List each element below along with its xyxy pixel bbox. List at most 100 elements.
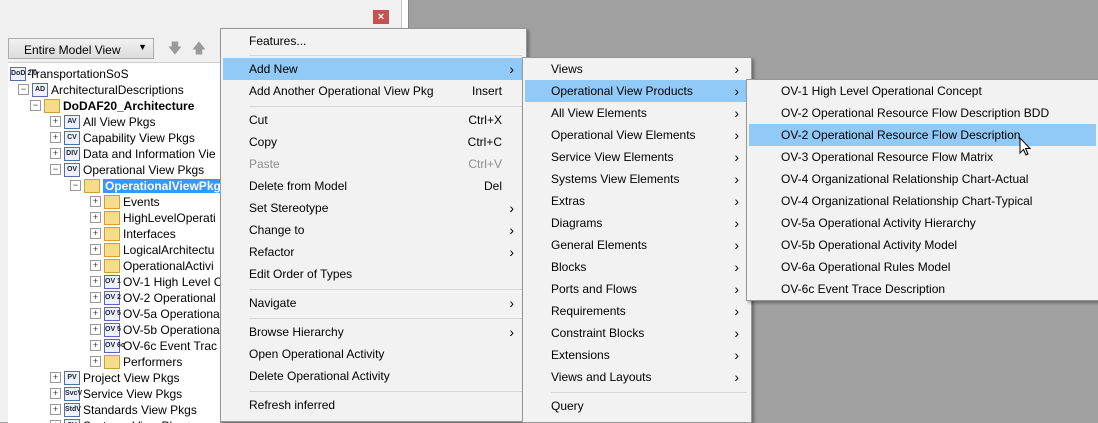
expand-icon[interactable]: + bbox=[50, 148, 61, 160]
tree-node-label: Operational View Pkgs bbox=[83, 162, 205, 177]
tree-node[interactable]: + OV 1 OV-1 High Level C bbox=[90, 273, 220, 289]
context-menu-item[interactable]: Navigate › bbox=[223, 292, 524, 314]
add-new-menu-item[interactable]: Requirements › bbox=[525, 300, 749, 322]
add-new-menu-item[interactable]: Extras › bbox=[525, 190, 749, 212]
context-menu-item[interactable]: Delete from Model Del bbox=[223, 175, 524, 197]
add-new-menu-item[interactable]: Diagrams › bbox=[525, 212, 749, 234]
tree-node[interactable]: + OV 5 OV-5b Operationa bbox=[90, 321, 220, 337]
tree-node[interactable]: + HighLevelOperati bbox=[90, 209, 216, 225]
expand-icon[interactable]: + bbox=[50, 388, 61, 400]
collapse-icon[interactable]: − bbox=[18, 84, 29, 96]
stereotype-icon: OV 6c bbox=[104, 338, 125, 353]
package-icon bbox=[104, 354, 120, 369]
tree-node[interactable]: + OV 6cOV-6c Event Trac bbox=[90, 337, 217, 353]
tree-node[interactable]: + OperationalActivi bbox=[90, 257, 214, 273]
tree-node[interactable]: + CV Capability View Pkgs bbox=[50, 129, 195, 145]
context-menu-item[interactable]: Change to › bbox=[223, 219, 524, 241]
context-menu-item[interactable]: Edit Order of Types bbox=[223, 263, 524, 285]
close-icon[interactable]: × bbox=[373, 10, 389, 24]
tree-node[interactable]: + AV All View Pkgs bbox=[50, 113, 155, 129]
context-menu-item[interactable]: Add New › bbox=[223, 58, 524, 80]
tree-node[interactable]: − OV Operational View Pkgs bbox=[50, 161, 204, 177]
ov-products-menu-item[interactable]: OV-5b Operational Activity Model bbox=[749, 234, 1096, 256]
tree-node-label: Interfaces bbox=[123, 226, 176, 241]
context-menu-item[interactable]: Set Stereotype › bbox=[223, 197, 524, 219]
tree-node[interactable]: − AD ArchitecturalDescriptions bbox=[18, 81, 184, 97]
tree-node[interactable]: + SvcVService View Pkgs bbox=[50, 385, 182, 401]
tree-node-label: OV-1 High Level C bbox=[123, 274, 220, 289]
add-new-menu-item[interactable]: All View Elements › bbox=[525, 102, 749, 124]
add-new-menu-item[interactable]: General Elements › bbox=[525, 234, 749, 256]
tree-node-label: HighLevelOperati bbox=[123, 210, 216, 225]
expand-icon[interactable]: + bbox=[50, 404, 61, 416]
expand-icon[interactable]: + bbox=[90, 340, 101, 352]
ov-products-menu-item[interactable]: OV-4 Organizational Relationship Chart-A… bbox=[749, 168, 1096, 190]
add-new-menu-item[interactable]: Ports and Flows › bbox=[525, 278, 749, 300]
model-view-selector[interactable]: Entire Model View ▼ bbox=[8, 38, 154, 59]
context-menu-item[interactable]: Paste Ctrl+V bbox=[223, 153, 524, 175]
add-new-menu-item[interactable]: Views and Layouts › bbox=[525, 366, 749, 388]
add-new-menu-item[interactable]: Extensions › bbox=[525, 344, 749, 366]
tree-node-label: Standards View Pkgs bbox=[83, 402, 197, 417]
ov-products-menu-item[interactable]: OV-6a Operational Rules Model bbox=[749, 256, 1096, 278]
context-menu-item[interactable]: Features... bbox=[223, 30, 524, 52]
tree-node[interactable]: + LogicalArchitectu bbox=[90, 241, 214, 257]
tree-node[interactable]: DoD 2.0TransportationSoS bbox=[10, 65, 129, 81]
ov-products-menu-item[interactable]: OV-2 Operational Resource Flow Descripti… bbox=[749, 102, 1096, 124]
add-new-menu-item[interactable]: Blocks › bbox=[525, 256, 749, 278]
ov-products-menu-item[interactable]: OV-4 Organizational Relationship Chart-T… bbox=[749, 190, 1096, 212]
collapse-icon[interactable]: − bbox=[50, 164, 61, 176]
add-new-menu-item[interactable]: Systems View Elements › bbox=[525, 168, 749, 190]
ov-products-menu-item[interactable]: OV-1 High Level Operational Concept bbox=[749, 80, 1096, 102]
collapse-icon[interactable]: − bbox=[70, 180, 81, 192]
expand-icon[interactable]: + bbox=[50, 132, 61, 144]
add-new-menu-item[interactable]: Views › bbox=[525, 58, 749, 80]
context-menu-item[interactable]: Browse Hierarchy › bbox=[223, 321, 524, 343]
expand-icon[interactable]: + bbox=[90, 228, 101, 240]
add-new-menu-item[interactable]: Constraint Blocks › bbox=[525, 322, 749, 344]
tree-node[interactable]: − OperationalViewPkg bbox=[70, 177, 220, 193]
tree-node[interactable]: − DoDAF20_Architecture bbox=[30, 97, 194, 113]
expand-icon[interactable]: + bbox=[90, 260, 101, 272]
up-arrow-icon[interactable]: 🡅 bbox=[190, 38, 208, 58]
tree-node[interactable]: + OV 5 OV-5a Operational bbox=[90, 305, 220, 321]
submenu-arrow-icon: › bbox=[734, 281, 739, 297]
tree-node[interactable]: + Events bbox=[90, 193, 160, 209]
expand-icon[interactable]: + bbox=[90, 292, 101, 304]
expand-icon[interactable]: + bbox=[90, 324, 101, 336]
ov-products-menu-item[interactable]: OV-6c Event Trace Description bbox=[749, 278, 1096, 300]
tree-node[interactable]: +SVSystems View Pkgs bbox=[50, 417, 188, 423]
ov-products-menu-item[interactable]: OV-5a Operational Activity Hierarchy bbox=[749, 212, 1096, 234]
tree-node[interactable]: + DIV Data and Information Vie bbox=[50, 145, 216, 161]
tree-node[interactable]: + Performers bbox=[90, 353, 182, 369]
expand-icon[interactable]: + bbox=[90, 212, 101, 224]
expand-icon[interactable]: + bbox=[50, 372, 61, 384]
context-menu-item[interactable]: Refresh inferred bbox=[223, 394, 524, 416]
expand-icon[interactable]: + bbox=[50, 116, 61, 128]
context-menu-item[interactable]: Delete Operational Activity bbox=[223, 365, 524, 387]
context-menu-item[interactable]: Add Another Operational View Pkg Insert bbox=[223, 80, 524, 102]
tree-node[interactable]: + OV 2 OV-2 Operational bbox=[90, 289, 216, 305]
add-new-menu-item[interactable]: Operational View Elements › bbox=[525, 124, 749, 146]
context-menu-item[interactable]: Refactor › bbox=[223, 241, 524, 263]
expand-icon[interactable]: + bbox=[90, 356, 101, 368]
down-arrow-icon[interactable]: 🡇 bbox=[166, 38, 184, 58]
add-new-menu-item[interactable]: Operational View Products › bbox=[525, 80, 749, 102]
tree-node[interactable]: + Interfaces bbox=[90, 225, 176, 241]
expand-icon[interactable]: + bbox=[90, 196, 101, 208]
tree-node[interactable]: + StdV Standards View Pkgs bbox=[50, 401, 197, 417]
add-new-menu-item[interactable]: Service View Elements › bbox=[525, 146, 749, 168]
expand-icon[interactable]: + bbox=[90, 308, 101, 320]
context-menu-item[interactable]: Cut Ctrl+X bbox=[223, 109, 524, 131]
context-menu-item[interactable]: Open Operational Activity bbox=[223, 343, 524, 365]
context-menu-item[interactable]: Copy Ctrl+C bbox=[223, 131, 524, 153]
ov-products-menu-item[interactable]: OV-3 Operational Resource Flow Matrix bbox=[749, 146, 1096, 168]
submenu-arrow-icon: › bbox=[734, 149, 739, 165]
expand-icon[interactable]: + bbox=[90, 276, 101, 288]
ov-products-menu-item[interactable]: OV-2 Operational Resource Flow Descripti… bbox=[749, 124, 1096, 146]
collapse-icon[interactable]: − bbox=[30, 100, 41, 112]
add-new-menu-item[interactable]: Query bbox=[525, 395, 749, 417]
expand-icon[interactable]: + bbox=[90, 244, 101, 256]
tree-node[interactable]: + PV Project View Pkgs bbox=[50, 369, 180, 385]
ov-products-menu-item-label: OV-5a Operational Activity Hierarchy bbox=[781, 216, 976, 230]
